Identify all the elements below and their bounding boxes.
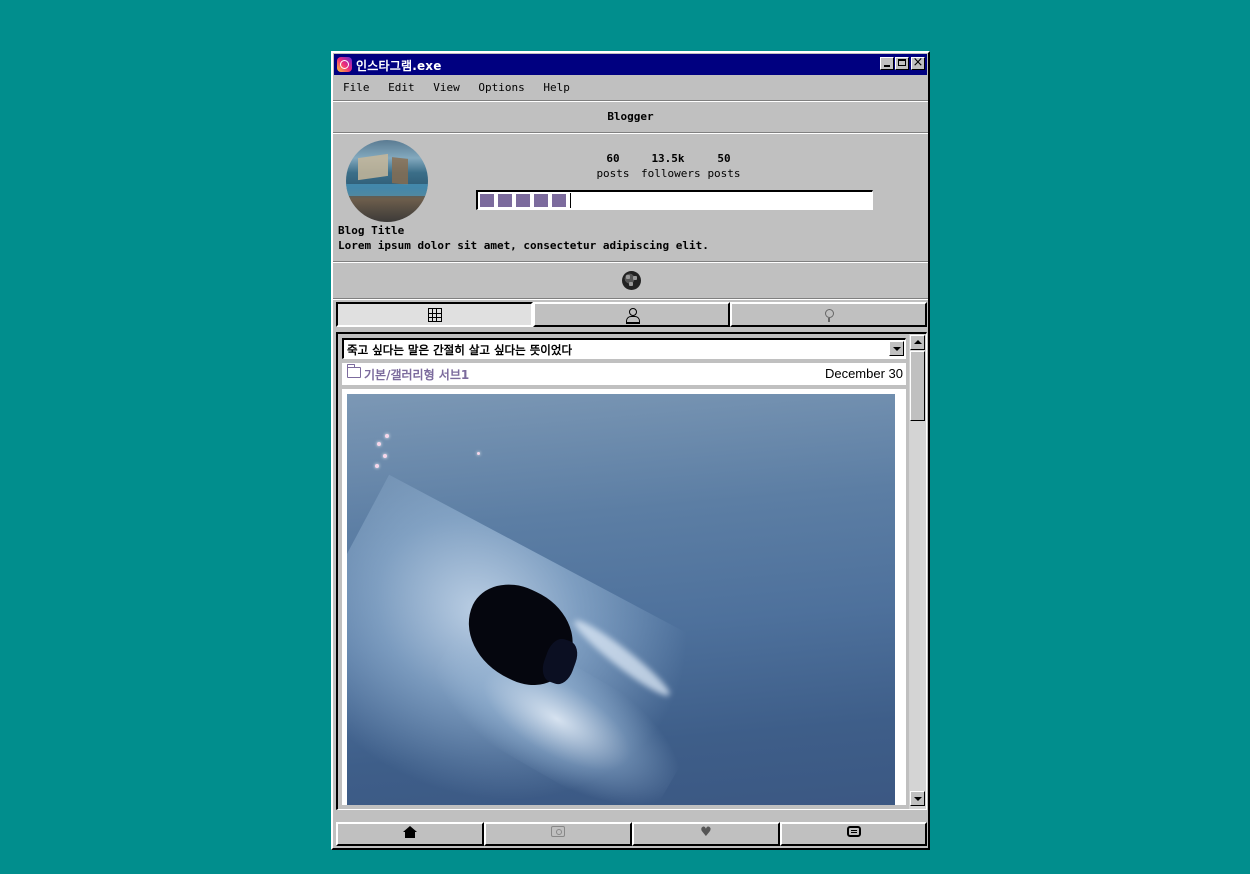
- nav-tv-button[interactable]: [484, 822, 632, 846]
- stat-value: 13.5k: [651, 152, 685, 165]
- home-icon: [403, 826, 417, 838]
- avatar-detail: [346, 184, 428, 196]
- post-title-select[interactable]: 죽고 싶다는 말은 간절히 살고 싶다는 뜻이었다: [342, 338, 906, 359]
- progress-block: [516, 194, 530, 207]
- app-window: 인스타그램.exe × File Edit View Options Help …: [331, 51, 930, 850]
- profile-tabs: [336, 302, 927, 328]
- avatar[interactable]: [346, 140, 428, 222]
- post-category-link[interactable]: 기본/갤러리형 서브1: [364, 366, 469, 383]
- vertical-scrollbar[interactable]: [909, 334, 926, 809]
- menu-bar: File Edit View Options Help: [335, 78, 574, 98]
- nav-heart-button[interactable]: ♥: [632, 822, 780, 846]
- stat-label: posts: [596, 167, 630, 180]
- menu-edit[interactable]: Edit: [388, 78, 415, 98]
- divider: [333, 132, 928, 134]
- stat-posts-2[interactable]: 50 posts: [697, 152, 751, 180]
- avatar-detail: [392, 157, 408, 185]
- avatar-detail: [358, 153, 388, 181]
- user-icon: [625, 308, 640, 324]
- tab-grid[interactable]: [336, 302, 533, 327]
- menu-help[interactable]: Help: [543, 78, 570, 98]
- post-date: December 30: [824, 366, 903, 381]
- stat-value: 60: [606, 152, 620, 165]
- progress-block: [534, 194, 548, 207]
- blog-title: Blog Title: [338, 224, 405, 237]
- nav-home-button[interactable]: [336, 822, 484, 846]
- title-bar[interactable]: 인스타그램.exe ×: [334, 54, 927, 75]
- image-detail: [383, 454, 387, 458]
- post-panel: 죽고 싶다는 말은 간절히 살고 싶다는 뜻이었다 기본/갤러리형 서브1 De…: [336, 332, 927, 810]
- image-detail: [377, 442, 381, 446]
- image-detail: [385, 434, 389, 438]
- post-meta: 기본/갤러리형 서브1 December 30: [342, 363, 906, 385]
- instagram-icon: [337, 57, 352, 72]
- tab-location[interactable]: [730, 302, 927, 327]
- profile-section-title: Blogger: [607, 110, 654, 123]
- progress-marker: [570, 193, 571, 208]
- stat-posts[interactable]: 60 posts: [586, 152, 640, 180]
- chevron-down-icon[interactable]: [889, 341, 904, 356]
- progress-fill: [479, 193, 589, 208]
- stat-followers[interactable]: 13.5k followers: [641, 152, 701, 180]
- post-image-frame: [342, 389, 906, 805]
- tv-icon: [551, 826, 565, 837]
- post-title-value: 죽고 싶다는 말은 간절히 살고 싶다는 뜻이었다: [347, 343, 573, 357]
- scroll-thumb[interactable]: [910, 351, 925, 421]
- grid-icon: [427, 308, 442, 322]
- folder-icon: [347, 364, 361, 378]
- minimize-icon: [884, 65, 890, 67]
- heart-icon: ♥: [700, 825, 712, 840]
- blog-description: Lorem ipsum dolor sit amet, consectetur …: [338, 239, 709, 252]
- menu-view[interactable]: View: [433, 78, 460, 98]
- divider: [333, 298, 928, 300]
- divider: [333, 261, 928, 263]
- chat-icon: [846, 826, 861, 837]
- nav-chat-button[interactable]: [780, 822, 927, 846]
- progress-block: [552, 194, 566, 207]
- maximize-icon: [898, 59, 906, 66]
- stat-label: followers: [641, 167, 701, 180]
- image-detail: [477, 452, 480, 455]
- scroll-up-button[interactable]: [910, 335, 925, 350]
- image-detail: [375, 464, 379, 468]
- tab-profile[interactable]: [533, 302, 730, 327]
- maximize-button[interactable]: [895, 57, 909, 70]
- progress-block: [480, 194, 494, 207]
- post-image[interactable]: [347, 394, 895, 805]
- menu-file[interactable]: File: [343, 78, 370, 98]
- globe-icon[interactable]: [622, 271, 641, 290]
- scroll-down-button[interactable]: [910, 791, 925, 806]
- progress-bar: [476, 190, 873, 210]
- window-title: 인스타그램.exe: [356, 59, 442, 73]
- progress-block: [498, 194, 512, 207]
- menu-options[interactable]: Options: [478, 78, 524, 98]
- close-button[interactable]: ×: [911, 55, 925, 70]
- stat-value: 50: [717, 152, 731, 165]
- bottom-nav: ♥: [336, 822, 927, 846]
- divider: [333, 100, 928, 102]
- close-icon: ×: [912, 55, 924, 70]
- progress-track: [479, 193, 871, 208]
- minimize-button[interactable]: [880, 57, 894, 70]
- stat-label: posts: [707, 167, 741, 180]
- pin-icon: [824, 308, 834, 322]
